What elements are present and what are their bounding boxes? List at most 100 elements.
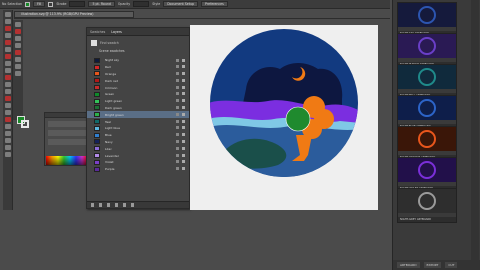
slice-tool-icon[interactable] (15, 36, 21, 41)
new-swatch-icon[interactable] (123, 203, 126, 207)
swatch-chip[interactable] (94, 139, 100, 145)
swatch-row[interactable]: Lilac (87, 145, 189, 152)
swatch-chip[interactable] (94, 159, 100, 165)
swatch-chip[interactable] (94, 91, 100, 97)
artboard[interactable] (190, 25, 378, 210)
pencil-tool-icon[interactable] (4, 68, 11, 73)
document-tab[interactable]: illustration.svg @ 113.9% (RGB/GPU Previ… (14, 11, 134, 18)
swatch-row[interactable]: Bright green (87, 111, 189, 119)
line-tool-icon[interactable] (4, 47, 11, 52)
color-slider-row[interactable] (48, 130, 86, 136)
swatch-chip[interactable] (94, 125, 100, 131)
swatch-chip[interactable] (94, 98, 100, 104)
fill-button[interactable]: Fill (33, 1, 46, 7)
new-group-icon[interactable] (115, 203, 118, 207)
paintbrush-tool-icon[interactable] (4, 61, 11, 66)
opacity-field[interactable] (133, 1, 150, 7)
eraser-tool-icon[interactable] (4, 75, 11, 80)
scale-tool-icon[interactable] (4, 89, 11, 94)
swatch-row[interactable]: Lavender (87, 152, 189, 159)
artboard-card[interactable]: NIGHT-BLUE ARTBOARD (397, 95, 457, 130)
export-button[interactable]: EXPORT (423, 262, 442, 268)
swatch-chip[interactable] (94, 119, 100, 125)
stroke-swatch[interactable] (48, 1, 54, 7)
artboard-card[interactable]: NIGHT-VIOLET ARTBOARD (397, 157, 457, 192)
swatch-row[interactable]: Violet (87, 159, 189, 166)
swatch-row[interactable]: Night sky (87, 57, 189, 64)
artboard-card[interactable]: NIGHT-ORANGE ARTBOARD (397, 126, 457, 161)
free-transform-tool-icon[interactable] (4, 103, 11, 108)
swatch-chip[interactable] (94, 153, 100, 159)
document-setup-button[interactable]: Document Setup (163, 1, 199, 7)
zoom-tool-icon[interactable] (4, 152, 11, 157)
brush-dropdown[interactable]: 5 pt. Round (88, 1, 115, 7)
gradient-tool-icon[interactable] (4, 117, 11, 122)
swatch-row[interactable]: Red (87, 64, 189, 71)
blend-tool-icon[interactable] (4, 131, 11, 136)
selection-tool-icon[interactable] (4, 12, 11, 17)
tab-layers[interactable]: Layers (111, 30, 122, 34)
panel-scrollbar[interactable] (471, 0, 479, 270)
rectangle-tool-icon[interactable] (4, 54, 11, 59)
stroke-weight-dropdown[interactable] (69, 1, 86, 7)
swatch-chip[interactable] (94, 146, 100, 152)
swatch-row[interactable]: Dark red (87, 77, 189, 84)
swatch-chip[interactable] (94, 112, 100, 118)
perspective-tool-icon[interactable] (15, 50, 21, 55)
artboard-thumbnail[interactable] (398, 34, 456, 58)
swatch-row[interactable]: Green (87, 91, 189, 98)
swatch-options-icon[interactable] (107, 203, 110, 207)
artboard-thumbnail[interactable] (398, 3, 456, 27)
none-swatch[interactable] (91, 40, 97, 46)
symbol-tool-icon[interactable] (15, 22, 21, 27)
artboard-button[interactable]: ARTBOARD (397, 262, 420, 268)
swatch-chip[interactable] (94, 57, 100, 63)
curvature-tool-icon[interactable] (4, 33, 11, 38)
artboard-card[interactable]: NIGHT SKY ARTBOARD (397, 2, 457, 37)
fill-swatch[interactable] (25, 1, 31, 7)
swatch-row[interactable]: Teal (87, 118, 189, 125)
delete-swatch-icon[interactable] (131, 203, 134, 207)
artboard-thumbnail[interactable] (398, 158, 456, 182)
preferences-button[interactable]: Preferences (201, 1, 228, 7)
tab-swatches[interactable]: Swatches (90, 30, 105, 34)
shape-builder-tool-icon[interactable] (4, 110, 11, 115)
artboard-thumbnail[interactable] (398, 127, 456, 151)
warp-tool-icon[interactable] (15, 71, 21, 76)
swatch-row[interactable]: Orange (87, 71, 189, 78)
rotate-tool-icon[interactable] (4, 82, 11, 87)
artboard-card[interactable]: NIGHT-GREY ARTBOARD (397, 188, 457, 223)
artboard-thumbnail[interactable] (398, 189, 456, 213)
swatch-row[interactable]: Light blue (87, 125, 189, 132)
artboard-card[interactable]: NIGHT-PURPLE ARTBOARD (397, 33, 457, 68)
swatch-row[interactable]: Dark green (87, 105, 189, 112)
fill-stroke-widget[interactable] (17, 116, 29, 128)
swatch-chip[interactable] (94, 85, 100, 91)
mesh-tool-icon[interactable] (15, 43, 21, 48)
stroke-color-icon[interactable] (21, 120, 29, 128)
swatch-chip[interactable] (94, 71, 100, 77)
swatch-row[interactable]: Light green (87, 98, 189, 105)
swatch-chip[interactable] (94, 166, 100, 172)
swatch-row[interactable]: Navy (87, 139, 189, 146)
swatch-group-label[interactable]: Scene swatches (91, 49, 185, 55)
swatch-chip[interactable] (94, 132, 100, 138)
swatch-search[interactable]: Find swatch (91, 39, 185, 47)
swatch-row[interactable]: Purple (87, 166, 189, 173)
show-kinds-icon[interactable] (99, 203, 102, 207)
swatch-row[interactable]: Crimson (87, 84, 189, 91)
night-landscape-artwork[interactable] (208, 27, 360, 179)
eyedropper-tool-icon[interactable] (4, 124, 11, 129)
artboard-tool-icon[interactable] (4, 138, 11, 143)
hand-tool-icon[interactable] (4, 145, 11, 150)
pen-tool-icon[interactable] (4, 26, 11, 31)
color-panel-header[interactable] (45, 113, 89, 118)
type-tool-icon[interactable] (4, 40, 11, 45)
swatch-library-icon[interactable] (91, 203, 94, 207)
artboard-card[interactable]: NIGHT-TEAL ARTBOARD (397, 64, 457, 99)
cut-button[interactable]: CUT (445, 262, 458, 268)
swatch-chip[interactable] (94, 105, 100, 111)
knife-tool-icon[interactable] (15, 57, 21, 62)
graph-tool-icon[interactable] (15, 29, 21, 34)
artboard-thumbnail[interactable] (398, 96, 456, 120)
